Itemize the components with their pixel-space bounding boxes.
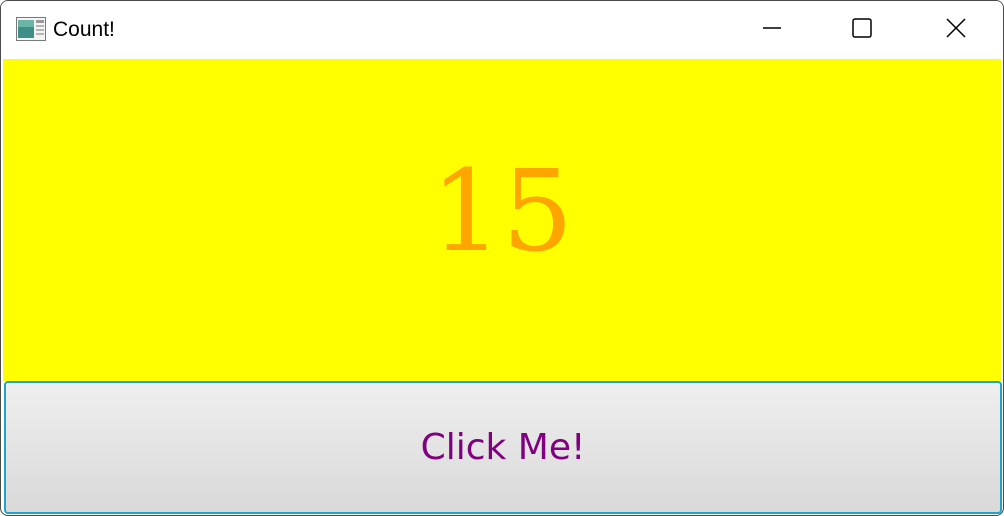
counter-panel: 15 bbox=[3, 59, 1001, 381]
app-window: Count! 15 Click Me! bbox=[0, 0, 1004, 516]
title-bar[interactable]: Count! bbox=[1, 1, 1003, 59]
click-me-button[interactable]: Click Me! bbox=[4, 381, 1002, 514]
window-title: Count! bbox=[53, 18, 115, 41]
counter-value: 15 bbox=[430, 147, 574, 277]
minimize-icon bbox=[762, 18, 782, 43]
close-icon bbox=[945, 17, 967, 44]
close-button[interactable] bbox=[911, 1, 1001, 59]
maximize-button[interactable] bbox=[817, 1, 907, 59]
click-me-label: Click Me! bbox=[420, 427, 586, 468]
app-window-icon bbox=[16, 17, 46, 41]
maximize-icon bbox=[851, 17, 873, 44]
minimize-button[interactable] bbox=[727, 1, 817, 59]
